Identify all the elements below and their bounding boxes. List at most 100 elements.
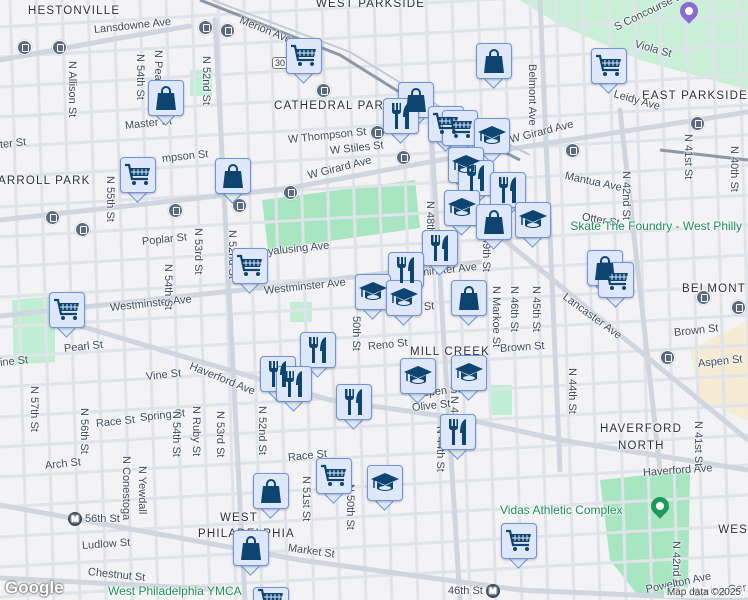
neighborhood-label: WEST PARKSIDE <box>316 0 426 10</box>
shopping-cart-icon <box>591 48 627 84</box>
street-label: N 52nd St <box>256 406 268 455</box>
street-label: N 42nd St <box>620 171 632 220</box>
shopping-bag-marker[interactable] <box>148 80 184 126</box>
street-label: N 53rd St <box>214 411 226 458</box>
shopping-bag-icon <box>233 530 269 566</box>
shopping-cart-marker[interactable] <box>232 248 268 294</box>
station-name: 46th St <box>448 584 483 597</box>
shopping-cart-marker[interactable] <box>286 38 322 84</box>
transit-stop-icon[interactable] <box>168 203 183 218</box>
metro-station-label[interactable]: 46th St M <box>448 584 503 598</box>
shopping-cart-marker[interactable] <box>598 262 634 308</box>
street-label: Belmont Ave <box>526 64 538 126</box>
google-logo: Google <box>5 578 64 597</box>
street-label: N Ruby St <box>190 406 202 457</box>
station-name: 56th St <box>85 512 120 525</box>
shopping-cart-marker[interactable] <box>49 292 85 338</box>
restaurant-icon <box>422 230 458 266</box>
street-label: N Markoe St <box>490 286 502 348</box>
shopping-bag-icon <box>148 80 184 116</box>
school-marker[interactable] <box>444 190 480 236</box>
transit-stop-icon[interactable] <box>75 222 90 237</box>
school-marker[interactable] <box>451 355 487 401</box>
shopping-bag-marker[interactable] <box>215 158 251 204</box>
transit-stop-icon[interactable] <box>283 185 298 200</box>
neighborhood-label: BELMONT <box>682 283 746 295</box>
shopping-cart-marker[interactable] <box>591 48 627 94</box>
shopping-bag-icon <box>451 280 487 316</box>
street-label: N 41st St <box>692 421 704 467</box>
street-label: N 52nd St <box>200 56 212 105</box>
street-label: N 46th St <box>508 286 520 332</box>
restaurant-marker[interactable] <box>336 384 372 430</box>
school-marker[interactable] <box>400 358 436 404</box>
neighborhood-label: WES <box>718 524 748 536</box>
street-label: N Allison St <box>66 61 78 118</box>
transit-stop-icon[interactable] <box>316 83 331 98</box>
shopping-cart-icon <box>120 157 156 193</box>
transit-stop-icon[interactable] <box>220 23 235 38</box>
transit-stop-icon[interactable] <box>565 143 580 158</box>
shopping-cart-icon <box>253 587 289 600</box>
transit-stop-icon[interactable] <box>17 40 32 55</box>
shopping-bag-marker[interactable] <box>476 43 512 89</box>
street-label: N 53rd St <box>192 228 204 275</box>
transit-stop-icon[interactable] <box>731 300 746 315</box>
shopping-bag-marker[interactable] <box>233 530 269 576</box>
shopping-bag-icon <box>476 204 512 240</box>
neighborhood-label: HESTONVILLE <box>28 5 121 17</box>
street-label: N Yewdall <box>136 466 148 515</box>
transit-stop-icon[interactable] <box>396 150 411 165</box>
restaurant-icon <box>300 332 336 368</box>
street-label: N 40th St <box>728 146 740 192</box>
shopping-cart-icon <box>49 292 85 328</box>
shopping-cart-marker[interactable] <box>120 157 156 203</box>
shopping-cart-icon <box>598 262 634 298</box>
transit-stop-icon[interactable] <box>52 40 67 55</box>
neighborhood-label: HAVERFORD <box>600 423 683 435</box>
street-label: 50th St <box>350 316 362 351</box>
street-label: N 51st St <box>300 476 312 522</box>
shopping-cart-icon <box>442 110 478 146</box>
place-label[interactable]: Skate The Foundry - West Philly <box>570 219 742 233</box>
shopping-cart-icon <box>316 458 352 494</box>
transit-stop-icon[interactable] <box>198 20 213 35</box>
school-icon <box>451 355 487 391</box>
transit-stop-icon[interactable] <box>45 210 60 225</box>
school-marker[interactable] <box>386 280 422 326</box>
street-label: N 54th St <box>162 264 174 310</box>
shopping-bag-marker[interactable] <box>253 473 289 519</box>
metro-icon: M <box>68 512 82 526</box>
metro-icon: M <box>485 584 500 598</box>
restaurant-icon <box>440 414 476 450</box>
map-attribution[interactable]: Map data ©2025 <box>663 587 744 598</box>
street-label: N Conestoga <box>120 456 132 521</box>
metro-station-label[interactable]: M 56th St <box>68 512 120 526</box>
shopping-cart-marker[interactable] <box>253 587 289 600</box>
transit-stop-icon[interactable] <box>660 350 675 365</box>
shopping-bag-marker[interactable] <box>476 204 512 250</box>
neighborhood-label: ARROLL PARK <box>0 175 91 187</box>
shopping-cart-marker[interactable] <box>501 523 537 569</box>
shopping-cart-marker[interactable] <box>316 458 352 504</box>
street-label: N 56th St <box>78 408 90 454</box>
street-label: N 54th St <box>134 54 146 100</box>
transit-stop-icon[interactable] <box>696 290 711 305</box>
shopping-bag-marker[interactable] <box>451 280 487 326</box>
neighborhood-label: NORTH <box>618 440 665 452</box>
street-label: N 44th St <box>566 368 578 414</box>
transit-stop-icon[interactable] <box>690 116 705 131</box>
street-label: N 57th St <box>28 386 40 432</box>
restaurant-marker[interactable] <box>422 230 458 276</box>
school-icon <box>515 202 551 238</box>
shopping-cart-icon <box>286 38 322 74</box>
shopping-cart-icon <box>501 523 537 559</box>
restaurant-marker[interactable] <box>440 414 476 460</box>
place-label[interactable]: West Philadelphia YMCA <box>108 584 242 598</box>
place-label[interactable]: Vidas Athletic Complex <box>500 503 623 517</box>
school-icon <box>367 465 403 501</box>
school-marker[interactable] <box>515 202 551 248</box>
school-marker[interactable] <box>367 465 403 511</box>
street-label: N 54th St <box>170 411 182 457</box>
street-label: N 41st St <box>682 134 694 180</box>
